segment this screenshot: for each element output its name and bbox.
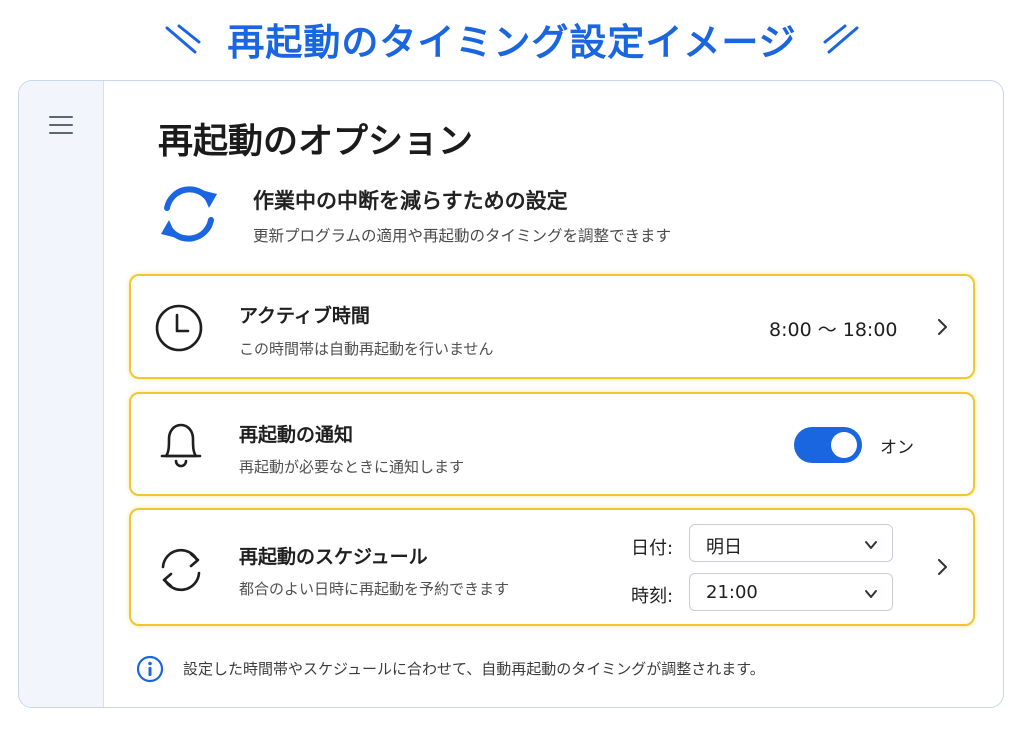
chevron-down-icon xyxy=(864,537,878,551)
clock-icon xyxy=(153,302,205,358)
intro-title: 作業中の中断を減らすための設定 xyxy=(253,189,568,213)
navigation-rail xyxy=(19,81,104,707)
sync-icon xyxy=(153,542,209,602)
restart-schedule-title: 再起動のスケジュール xyxy=(239,546,428,568)
info-icon xyxy=(136,655,164,683)
chevron-right-icon[interactable] xyxy=(934,559,950,575)
refresh-icon xyxy=(153,178,225,250)
page-title: 再起動のオプション xyxy=(158,122,474,162)
intro-description: 更新プログラムの適用や再起動のタイミングを調整できます xyxy=(253,227,672,245)
chevron-down-icon xyxy=(864,586,878,600)
chevron-right-icon[interactable] xyxy=(934,319,950,335)
date-label: 日付: xyxy=(631,538,674,559)
sparkle-lines-right-icon xyxy=(819,22,863,56)
restart-notification-title: 再起動の通知 xyxy=(239,424,354,446)
info-note: 設定した時間帯やスケジュールに合わせて、自動再起動のタイミングが調整されます。 xyxy=(183,660,765,678)
restart-schedule-description: 都合のよい日時に再起動を予約できます xyxy=(239,580,510,598)
notification-toggle[interactable] xyxy=(794,427,862,463)
date-select[interactable]: 明日 xyxy=(689,524,893,562)
time-select-value: 21:00 xyxy=(706,582,758,603)
headline-banner: 再起動のタイミング設定イメージ xyxy=(0,8,1024,70)
active-hours-card[interactable]: アクティブ時間 この時間帯は自動再起動を行いません 8:00 ～ 18:00 xyxy=(129,274,975,379)
bell-icon xyxy=(157,418,205,474)
toggle-knob xyxy=(831,432,857,458)
time-select[interactable]: 21:00 xyxy=(689,573,893,611)
active-hours-description: この時間帯は自動再起動を行いません xyxy=(239,340,494,358)
restart-notification-card: 再起動の通知 再起動が必要なときに通知します オン xyxy=(129,392,975,496)
settings-window: 再起動のオプション 作業中の中断を減らすための設定 更新プログラムの適用や再起動… xyxy=(18,80,1004,708)
notification-toggle-state: オン xyxy=(880,438,914,458)
restart-notification-description: 再起動が必要なときに通知します xyxy=(239,458,465,476)
time-label: 時刻: xyxy=(631,586,674,607)
restart-schedule-card: 再起動のスケジュール 都合のよい日時に再起動を予約できます 日付: 明日 時刻:… xyxy=(129,508,975,626)
active-hours-title: アクティブ時間 xyxy=(239,305,370,327)
date-select-value: 明日 xyxy=(706,537,742,558)
sparkle-lines-left-icon xyxy=(161,22,205,56)
active-hours-value: 8:00 ～ 18:00 xyxy=(769,319,898,341)
menu-icon[interactable] xyxy=(49,114,75,136)
headline-title: 再起動のタイミング設定イメージ xyxy=(227,21,797,64)
